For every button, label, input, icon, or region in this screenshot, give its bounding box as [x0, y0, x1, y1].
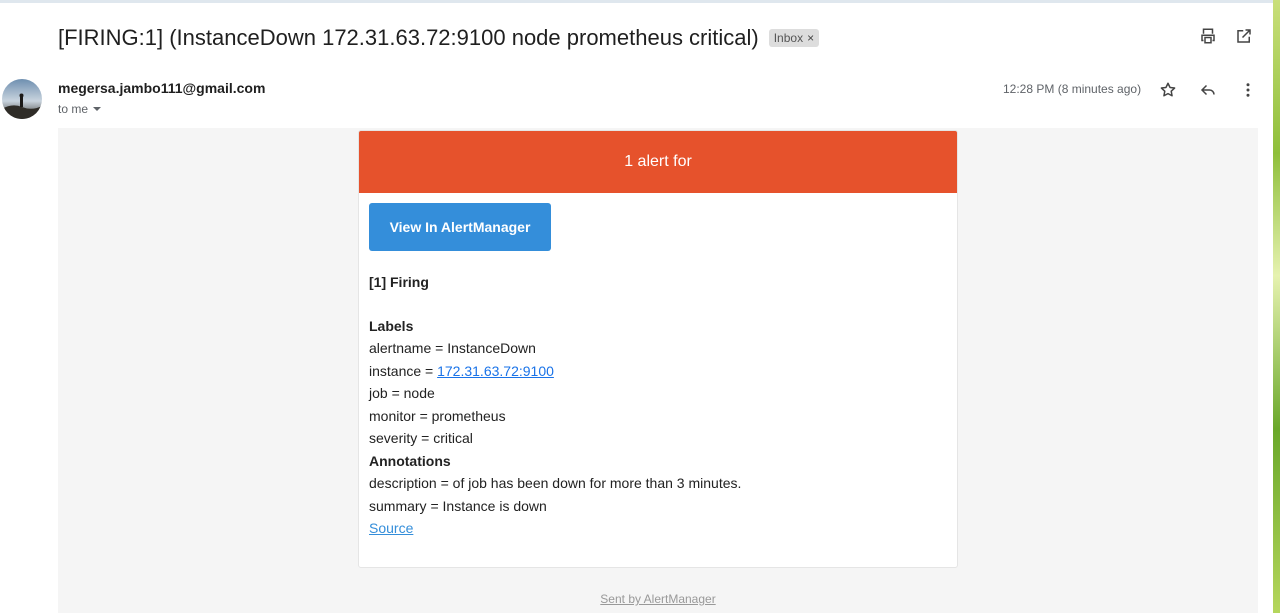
instance-link[interactable]: 172.31.63.72:9100	[437, 363, 554, 379]
email-timestamp: 12:28 PM (8 minutes ago)	[1003, 82, 1142, 96]
open-in-new-window-icon[interactable]	[1234, 26, 1254, 46]
alert-header: 1 alert for	[359, 131, 957, 193]
labels-title: Labels	[369, 317, 414, 334]
caret-down-icon[interactable]	[92, 104, 102, 114]
email-footer: Sent by AlertManager	[358, 592, 958, 606]
message-actions	[1158, 80, 1258, 100]
source-row: Source	[369, 517, 947, 540]
inbox-label-text: Inbox	[773, 31, 804, 45]
recipient-toggle[interactable]: to me	[58, 102, 102, 116]
alert-card: 1 alert for View In AlertManager [1] Fir…	[358, 130, 958, 568]
firing-title: [1] Firing	[369, 274, 429, 290]
label-instance-prefix: instance =	[369, 362, 438, 379]
background-wallpaper-edge	[1273, 0, 1280, 613]
star-icon[interactable]	[1158, 80, 1178, 100]
sent-by-alertmanager-link[interactable]: Sent by AlertManager	[600, 592, 715, 606]
sender-email[interactable]: megersa.jambo111@gmail.com	[58, 80, 265, 96]
label-severity: severity = critical	[369, 430, 473, 446]
header-actions	[1198, 26, 1254, 46]
more-vert-icon[interactable]	[1238, 80, 1258, 100]
recipient-text: to me	[58, 102, 89, 116]
inbox-label-badge[interactable]: Inbox ×	[768, 29, 820, 47]
annotations-title: Annotations	[369, 452, 451, 469]
annotation-description: description = of job has been down for m…	[369, 475, 742, 491]
reply-icon[interactable]	[1198, 80, 1218, 100]
view-in-alertmanager-button[interactable]: View In AlertManager	[369, 203, 551, 251]
sender-avatar[interactable]	[2, 79, 42, 119]
label-monitor: monitor = prometheus	[369, 407, 506, 424]
label-job: job = node	[369, 385, 435, 401]
print-icon[interactable]	[1198, 26, 1218, 46]
annotation-summary: summary = Instance is down	[369, 497, 547, 514]
remove-label-icon[interactable]: ×	[807, 31, 814, 45]
source-link[interactable]: Source	[369, 520, 413, 536]
top-border	[0, 0, 1280, 3]
alert-content: View In AlertManager [1] Firing Labels a…	[359, 193, 957, 540]
label-instance: instance = 172.31.63.72:9100	[369, 360, 947, 383]
subject-row: [FIRING:1] (InstanceDown 172.31.63.72:91…	[58, 22, 820, 54]
email-subject: [FIRING:1] (InstanceDown 172.31.63.72:91…	[58, 25, 759, 50]
label-alertname: alertname = InstanceDown	[369, 340, 536, 356]
